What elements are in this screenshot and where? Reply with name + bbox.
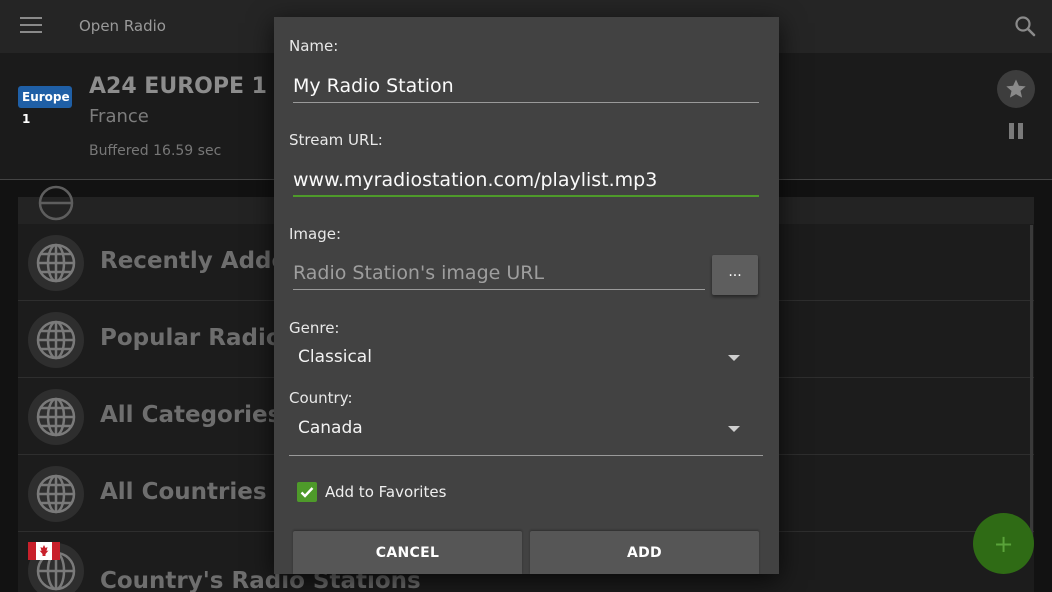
add-to-favorites-checkbox[interactable]: [297, 482, 317, 502]
divider: [289, 455, 763, 456]
country-value: Canada: [298, 418, 363, 438]
add-station-dialog: Name: My Radio Station Stream URL: www.m…: [274, 17, 779, 574]
station-country: France: [89, 106, 149, 127]
add-button[interactable]: ADD: [530, 531, 759, 574]
buffered-status: Buffered 16.59 sec: [89, 143, 222, 159]
stream-url-label: Stream URL:: [289, 131, 383, 149]
app-title: Open Radio: [79, 17, 166, 35]
scrollbar[interactable]: [1030, 225, 1033, 545]
pause-icon[interactable]: [1008, 123, 1024, 139]
plus-icon: +: [993, 529, 1014, 558]
image-url-input[interactable]: Radio Station's image URL: [293, 254, 705, 290]
globe-icon: [36, 243, 76, 283]
country-label: Country:: [289, 389, 353, 407]
image-label: Image:: [289, 225, 342, 243]
hamburger-icon[interactable]: [20, 17, 42, 35]
globe-icon: [36, 397, 76, 437]
station-name: A24 EUROPE 1 F: [89, 74, 290, 99]
station-logo: Europe 1: [18, 86, 72, 126]
country-select[interactable]: Canada: [298, 418, 758, 448]
arrow-drop-down-icon: [728, 426, 740, 432]
cancel-button[interactable]: CANCEL: [293, 531, 522, 574]
stream-url-input[interactable]: www.myradiostation.com/playlist.mp3: [293, 161, 759, 197]
check-icon: [300, 487, 314, 498]
globe-icon: [36, 320, 76, 360]
genre-value: Classical: [298, 347, 372, 367]
genre-label: Genre:: [289, 319, 340, 337]
browse-image-button[interactable]: ...: [712, 255, 758, 295]
list-item-label: All Countries: [100, 479, 267, 505]
star-icon: [1006, 79, 1026, 98]
globe-icon: [36, 474, 76, 514]
favorite-button[interactable]: [997, 70, 1035, 108]
name-input[interactable]: My Radio Station: [293, 67, 759, 103]
genre-select[interactable]: Classical: [298, 347, 758, 377]
canada-flag-icon: [28, 542, 60, 560]
add-station-fab[interactable]: +: [973, 513, 1034, 574]
add-to-favorites-label[interactable]: Add to Favorites: [325, 483, 446, 501]
arrow-drop-down-icon: [728, 355, 740, 361]
name-label: Name:: [289, 37, 339, 55]
search-icon[interactable]: [1013, 14, 1037, 38]
list-item-label: All Categories: [100, 402, 282, 428]
globe-icon: [38, 185, 74, 221]
